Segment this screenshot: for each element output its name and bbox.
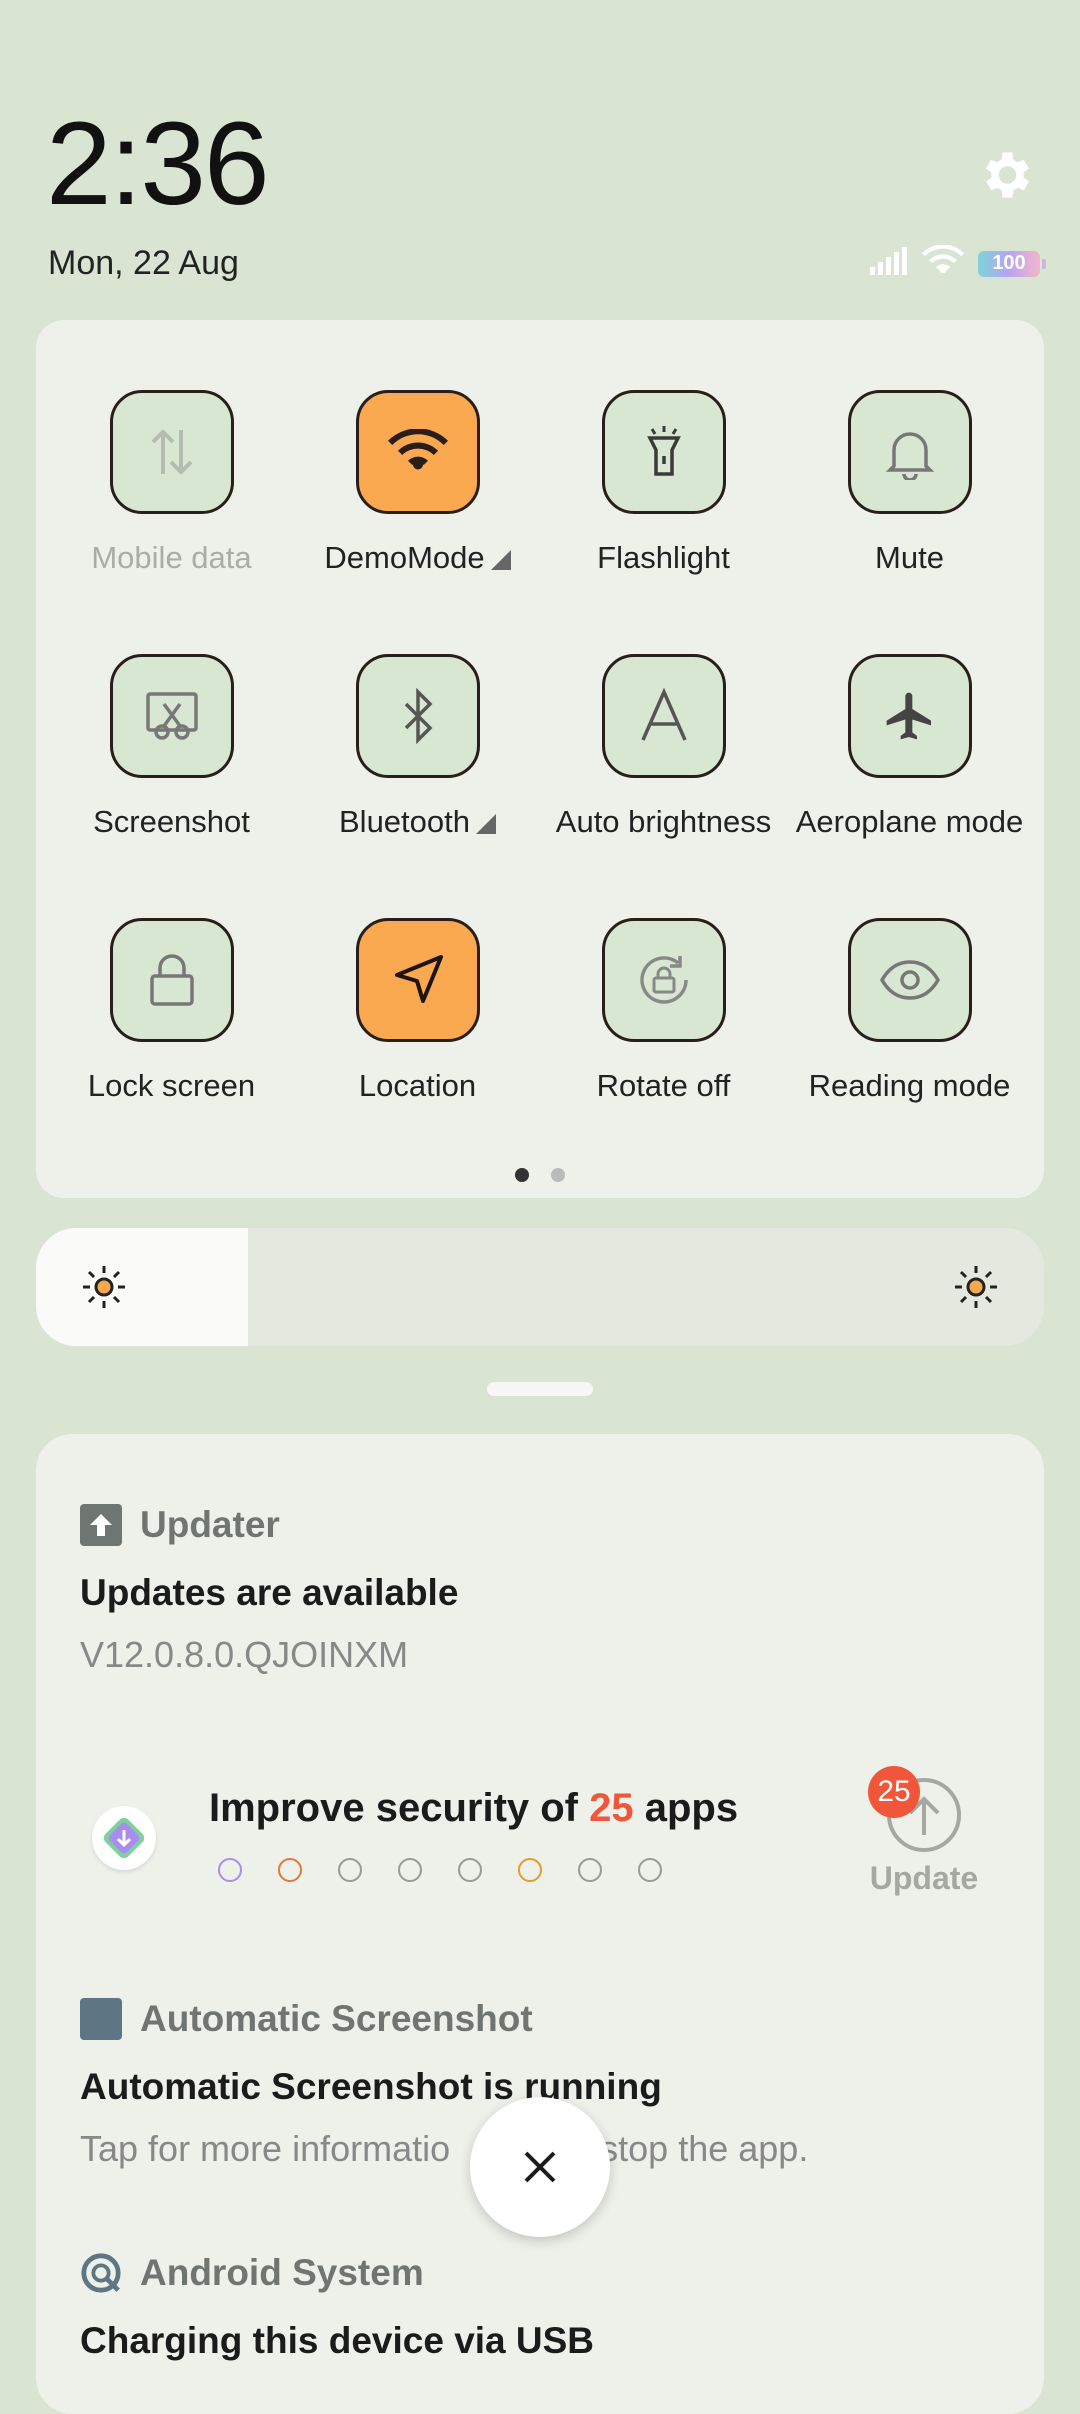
location-icon[interactable] [355,918,480,1042]
tile-label: Bluetooth [294,804,541,840]
security-title-prefix: Improve security of [209,1786,590,1830]
tile-auto-brightness[interactable]: Auto brightness [540,654,787,840]
tile-reading-mode[interactable]: Reading mode [786,918,1033,1104]
page-dot-1[interactable] [515,1168,529,1182]
android-system-app-name: Android System [140,2252,424,2293]
tile-label: Lock screen [87,1068,256,1103]
page-indicator [36,1168,1044,1182]
tile-label: Reading mode [808,1068,1011,1103]
auto-screenshot-body[interactable]: Tap for more informatio stop the app. [80,2128,808,2170]
security-app-icon [92,1806,156,1870]
auto-screenshot-header: Automatic Screenshot [80,1998,533,2040]
security-title[interactable]: Improve security of 25 apps [209,1786,738,1831]
battery-level: 100 [992,252,1026,274]
clear-notifications-button[interactable] [470,2097,610,2237]
bell-icon[interactable] [847,390,972,514]
airplane-icon[interactable] [847,654,972,778]
app-mini-icon [278,1858,302,1882]
update-label: Update [869,1860,979,1896]
expand-triangle-icon [490,549,511,570]
update-count-badge: 25 [868,1766,920,1818]
android-system-header: Android System [80,2252,424,2294]
android-system-icon [80,2252,122,2294]
date-label[interactable]: Mon, 22 Aug [48,244,239,283]
expand-triangle-icon [476,813,496,834]
android-system-title[interactable]: Charging this device via USB [80,2320,594,2362]
tile-label: Mute [875,540,944,575]
square-app-icon [80,1998,122,2040]
tile-label: Mobile data [91,540,252,575]
lock-icon[interactable] [109,918,234,1042]
tile-label: Auto brightness [555,804,772,839]
auto-brightness-icon[interactable] [601,654,726,778]
app-icon-row [218,1858,662,1882]
close-icon [524,2151,556,2183]
tile-label: Location [358,1068,477,1103]
brightness-slider[interactable] [36,1228,1044,1346]
tile-lock-screen[interactable]: Lock screen [48,918,295,1104]
app-mini-icon [518,1858,542,1882]
flashlight-icon[interactable] [601,390,726,514]
tile-demomode[interactable]: DemoMode [294,390,541,576]
app-mini-icon [638,1858,662,1882]
tile-label: Flashlight [597,540,730,575]
tile-label: Aeroplane mode [795,804,1024,839]
clock-time[interactable]: 2:36 [46,105,270,223]
tile-flashlight[interactable]: Flashlight [540,390,787,576]
auto-screenshot-app-name: Automatic Screenshot [140,1998,533,2039]
tile-rotate[interactable]: Rotate off [540,918,787,1104]
sun-low-icon [80,1263,128,1311]
wifi-icon[interactable] [355,390,480,514]
gear-icon[interactable] [975,145,1035,205]
tile-label-text: DemoMode [324,540,485,575]
brightness-fill [36,1228,248,1346]
tile-mute[interactable]: Mute [786,390,1033,576]
tile-label: DemoMode [294,540,541,576]
app-mini-icon [218,1858,242,1882]
auto-screenshot-body-left: Tap for more informatio [80,2128,451,2169]
updater-body[interactable]: V12.0.8.0.QJOINXM [80,1634,408,1676]
tile-label: Rotate off [596,1068,731,1103]
app-mini-icon [458,1858,482,1882]
tile-label-text: Bluetooth [339,804,470,839]
updater-header: Updater [80,1504,280,1546]
wifi-status-icon [922,244,964,282]
security-count: 25 [589,1786,634,1830]
tile-location[interactable]: Location [294,918,541,1104]
tile-aeroplane[interactable]: Aeroplane mode [786,654,1033,840]
battery-icon: 100 [978,250,1046,277]
app-mini-icon [398,1858,422,1882]
auto-screenshot-title[interactable]: Automatic Screenshot is running [80,2066,662,2108]
tile-bluetooth[interactable]: Bluetooth [294,654,541,840]
notification-panel: Updater Updates are available V12.0.8.0.… [36,1434,1044,2414]
tile-screenshot[interactable]: Screenshot [48,654,295,840]
tile-mobile-data[interactable]: Mobile data [48,390,295,576]
eye-icon[interactable] [847,918,972,1042]
quick-settings-panel: Mobile data DemoMode Flashlight Mute Scr… [36,320,1044,1198]
tile-label: Screenshot [93,804,250,839]
rotate-lock-icon[interactable] [601,918,726,1042]
bluetooth-icon[interactable] [355,654,480,778]
signal-icon [868,247,908,280]
mobile-data-icon[interactable] [109,390,234,514]
sun-high-icon [952,1263,1000,1311]
scissors-icon[interactable] [109,654,234,778]
auto-screenshot-body-right: stop the app. [600,2128,809,2169]
status-bar: 100 [868,244,1046,282]
drag-handle[interactable] [487,1382,593,1396]
app-mini-icon [578,1858,602,1882]
security-title-suffix: apps [633,1786,739,1830]
updater-title[interactable]: Updates are available [80,1572,458,1614]
updater-app-name: Updater [140,1504,280,1545]
app-mini-icon [338,1858,362,1882]
page-dot-2[interactable] [551,1168,565,1182]
upload-arrow-icon [80,1504,122,1546]
